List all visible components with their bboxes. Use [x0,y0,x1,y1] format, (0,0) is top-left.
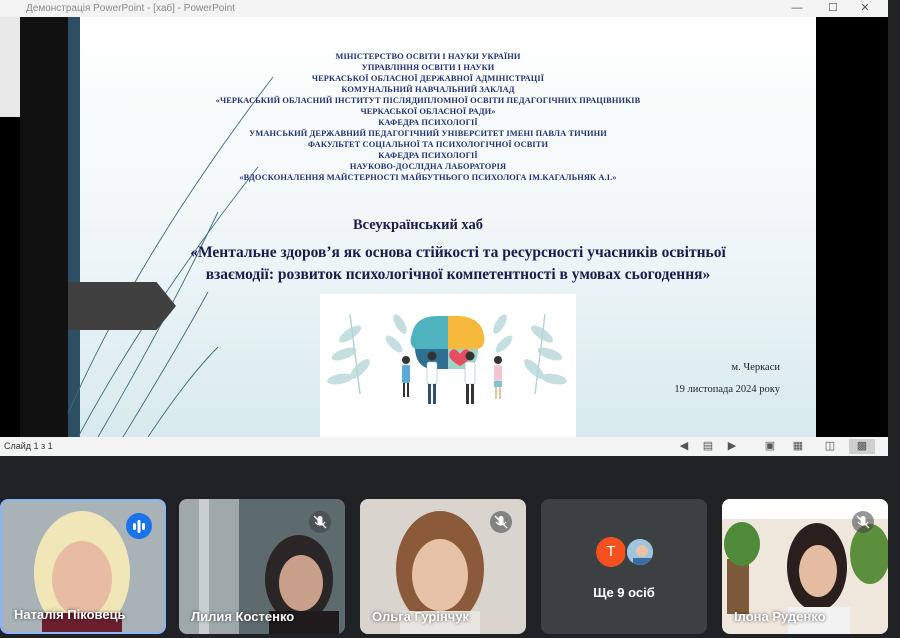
arrow-shape [68,282,176,330]
next-icon[interactable]: ▶ [724,437,740,456]
right-panel [816,17,888,437]
header-line: МІНІСТЕРСТВО ОСВІТИ І НАУКИ УКРАЇНИ [335,52,521,61]
participant-avatar-photo [625,537,655,567]
theme-line-1: «Ментальне здоров’я як основа стійкості … [190,244,726,261]
window-titlebar: Демонстрація PowerPoint - [хаб] - PowerP… [0,0,888,17]
mic-off-icon [852,511,874,533]
hub-title: Всеукраїнський хаб [352,217,483,233]
participant-tile[interactable]: Лилия Костенко [179,499,345,634]
left-panel [0,17,20,437]
window-title: Демонстрація PowerPoint - [хаб] - PowerP… [26,3,235,14]
mental-health-illustration [320,294,576,437]
header-line: «ЧЕРКАСЬКИЙ ОБЛАСНИЙ ІНСТИТУТ ПІСЛЯДИПЛО… [215,96,641,105]
slide-sorter-icon[interactable]: ▦ [790,437,806,456]
participant-name: Ольга Гурінчук [372,609,470,624]
header-line: КОМУНАЛЬНИЙ НАВЧАЛЬНИЙ ЗАКЛАД [341,85,515,94]
decor-line [147,346,219,437]
participant-name: Лилия Костенко [191,609,295,624]
normal-view-icon[interactable]: ▣ [762,437,778,456]
brain-puzzle-icon [410,316,485,369]
slide-date: 19 листопада 2024 року [674,384,780,395]
theme-line-2: взаємодії: розвиток психологічної компет… [205,266,711,283]
mic-off-icon [309,511,331,533]
shared-screen: Демонстрація PowerPoint - [хаб] - PowerP… [0,0,888,456]
previous-icon[interactable]: ◀ [676,437,692,456]
participant-avatar: T [596,537,626,567]
header-line: ФАКУЛЬТЕТ СОЦІАЛЬНОЇ ТА ПСИХОЛОГІЧНОЇ ОС… [307,140,549,149]
more-participants-tile[interactable]: T Ще 9 осіб [541,499,707,634]
header-line: КАФЕДРА ПСИХОЛОГІЇ [378,151,478,160]
more-participants-label: Ще 9 осіб [593,585,655,600]
mic-off-icon [490,511,512,533]
header-line: «ВДОСКОНАЛЕННЯ МАЙСТЕРНОСТІ МАЙБУТНЬОГО … [239,173,617,182]
maximize-icon[interactable]: ☐ [818,0,848,17]
notes-icon[interactable]: ▤ [700,437,716,456]
thumbnail-pane [0,17,20,117]
header-line: ЧЕРКАСЬКОЇ ОБЛАСНОЇ ДЕРЖАВНОЇ АДМІНІСТРА… [311,74,545,83]
participant-tile[interactable]: Наталія Піковець [0,499,166,634]
participant-name: Наталія Піковець [14,607,126,622]
slide: МІНІСТЕРСТВО ОСВІТИ І НАУКИ УКРАЇНИ УПРА… [68,17,816,437]
powerpoint-statusbar: Слайд 1 з 1 ◀ ▤ ▶ ▣ ▦ ◫ ▩ [0,437,888,456]
header-line: НАУКОВО-ДОСЛІДНА ЛАБОРАТОРІЯ [349,162,507,171]
header-line: УПРАВЛІННЯ ОСВІТИ І НАУКИ [361,63,495,72]
participant-tile[interactable]: Ілона Руденко [722,499,888,634]
speaking-icon [126,513,152,539]
header-line: ЧЕРКАСЬКОЇ ОБЛАСНОЇ РАДИ» [360,107,496,116]
participant-tile[interactable]: Ольга Гурінчук [360,499,526,634]
slide-city: м. Черкаси [731,362,780,373]
slideshow-icon[interactable]: ▩ [854,437,870,456]
close-icon[interactable]: ✕ [850,0,880,17]
slide-counter: Слайд 1 з 1 [4,441,53,451]
reading-view-icon[interactable]: ◫ [822,437,838,456]
minimize-icon[interactable]: — [782,0,812,17]
participant-name: Ілона Руденко [734,609,826,624]
header-line: КАФЕДРА ПСИХОЛОГІЇ [378,118,478,127]
header-line: УМАНСЬКИЙ ДЕРЖАВНИЙ ПЕДАГОГІЧНИЙ УНІВЕРС… [249,129,607,138]
